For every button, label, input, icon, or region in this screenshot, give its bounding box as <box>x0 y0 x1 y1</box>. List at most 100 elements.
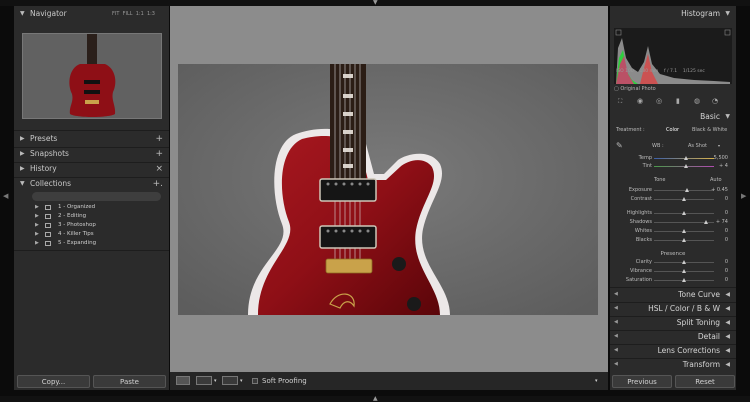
slider-label: Blacks <box>635 237 652 243</box>
right-panel-toggle-icon[interactable]: ▶ <box>741 192 746 200</box>
treatment-color[interactable]: Color <box>666 126 679 134</box>
slider-exposure[interactable]: Exposure + 0.45 <box>610 186 736 194</box>
slider-knob[interactable] <box>682 229 686 233</box>
detail-header[interactable]: ◀ Detail ◀ <box>610 330 736 343</box>
slider-blacks[interactable]: Blacks 0 <box>610 236 736 244</box>
snapshots-header[interactable]: ▶ Snapshots + <box>14 147 169 161</box>
slider-value[interactable]: + 4 <box>719 162 728 170</box>
slider-track[interactable] <box>654 190 714 191</box>
original-photo-toggle[interactable]: ▢ Original Photo <box>614 86 656 92</box>
before-after-icon[interactable] <box>196 376 212 385</box>
collection-item[interactable]: ▶ 5 - Expanding <box>14 239 169 248</box>
swap-before-after-icon[interactable] <box>222 376 238 385</box>
transform-header[interactable]: ◀ Transform ◀ <box>610 358 736 371</box>
lens-corrections-header[interactable]: ◀ Lens Corrections ◀ <box>610 344 736 357</box>
dropdown-arrow-icon[interactable]: ▾ <box>718 142 720 150</box>
slider-label: Tint <box>642 163 652 169</box>
expand-arrow-icon: ◀ <box>725 347 730 354</box>
hsl-title: HSL / Color / B & W <box>648 304 720 313</box>
collections-filter-input[interactable] <box>32 192 161 201</box>
collection-item[interactable]: ▶ 2 - Editing <box>14 212 169 221</box>
expand-arrow-icon: ▶ <box>20 135 25 142</box>
histogram-header[interactable]: Histogram ▼ <box>610 7 736 20</box>
dropdown-arrow-icon[interactable]: ▾ <box>214 372 217 390</box>
slider-contrast[interactable]: Contrast 0 <box>610 195 736 203</box>
collection-item[interactable]: ▶ 4 - Killer Tips <box>14 230 169 239</box>
slider-highlights[interactable]: Highlights 0 <box>610 209 736 217</box>
expand-arrow-icon: ▶ <box>35 240 39 246</box>
slider-shadows[interactable]: Shadows + 74 <box>610 218 736 226</box>
slider-value[interactable]: 0 <box>725 209 728 217</box>
split-toning-header[interactable]: ◀ Split Toning ◀ <box>610 316 736 329</box>
slider-tint[interactable]: Tint + 4 <box>610 162 736 170</box>
slider-temp[interactable]: Temp 5,500 <box>610 154 736 162</box>
main-photo[interactable] <box>178 64 598 315</box>
slider-value[interactable]: + 0.45 <box>711 186 728 194</box>
history-header[interactable]: ▶ History × <box>14 162 169 176</box>
add-preset-icon[interactable]: + <box>155 132 163 146</box>
toolbar-menu-icon[interactable]: ▾ <box>595 372 598 390</box>
reset-button[interactable]: Reset <box>675 375 735 388</box>
wb-select[interactable]: As Shot <box>688 142 707 150</box>
crop-icon[interactable]: ⛶ <box>618 98 622 106</box>
slider-value[interactable]: 0 <box>725 267 728 275</box>
original-photo-label: Original Photo <box>620 86 656 92</box>
paste-settings-button[interactable]: Paste <box>93 375 166 388</box>
slider-knob[interactable] <box>684 164 688 168</box>
basic-header[interactable]: Basic ▼ <box>610 110 736 123</box>
presets-header[interactable]: ▶ Presets + <box>14 132 169 146</box>
histogram-graph[interactable] <box>614 28 732 84</box>
slider-value[interactable]: + 74 <box>716 218 728 226</box>
spot-removal-icon[interactable]: ◉ <box>637 97 643 105</box>
zoom-fill[interactable]: FILL <box>123 11 133 17</box>
slider-knob[interactable] <box>685 188 689 192</box>
tone-auto-button[interactable]: Auto <box>710 176 722 184</box>
zoom-fit[interactable]: FIT <box>112 11 119 17</box>
slider-value[interactable]: 0 <box>725 227 728 235</box>
slider-clarity[interactable]: Clarity 0 <box>610 258 736 266</box>
radial-filter-icon[interactable]: ◍ <box>694 97 700 105</box>
graduated-filter-icon[interactable]: ▮ <box>676 97 680 105</box>
slider-knob[interactable] <box>684 156 688 160</box>
hsl-header[interactable]: ◀ HSL / Color / B & W ◀ <box>610 302 736 315</box>
left-panel-toggle-icon[interactable]: ◀ <box>3 192 8 200</box>
zoom-1-3[interactable]: 1:3 <box>147 11 155 17</box>
collections-header[interactable]: ▼ Collections +. <box>14 177 169 191</box>
red-eye-icon[interactable]: ◎ <box>656 97 662 105</box>
white-balance-picker-icon[interactable]: ✎ <box>616 142 623 150</box>
slider-knob[interactable] <box>682 269 686 273</box>
collection-item[interactable]: ▶ 3 - Photoshop <box>14 221 169 230</box>
slider-saturation[interactable]: Saturation 0 <box>610 276 736 284</box>
slider-knob[interactable] <box>704 220 708 224</box>
tone-curve-header[interactable]: ◀ Tone Curve ◀ <box>610 288 736 301</box>
soft-proofing-checkbox[interactable] <box>252 378 258 384</box>
slider-knob[interactable] <box>682 278 686 282</box>
dropdown-arrow-icon[interactable]: ▾ <box>240 372 243 390</box>
slider-value[interactable]: 0 <box>725 258 728 266</box>
slider-knob[interactable] <box>682 260 686 264</box>
navigator-header[interactable]: ▼ Navigator FIT FILL 1:1 1:3 <box>14 7 169 21</box>
collection-item[interactable]: ▶ 1 - Organized <box>14 203 169 212</box>
expand-arrow-icon: ◀ <box>725 305 730 312</box>
previous-button[interactable]: Previous <box>612 375 672 388</box>
copy-settings-button[interactable]: Copy... <box>17 375 90 388</box>
slider-whites[interactable]: Whites 0 <box>610 227 736 235</box>
clear-history-icon[interactable]: × <box>155 162 163 176</box>
adjustment-brush-icon[interactable]: ◔ <box>712 97 718 105</box>
navigator-zoom-options[interactable]: FIT FILL 1:1 1:3 <box>112 7 155 21</box>
add-snapshot-icon[interactable]: + <box>155 147 163 161</box>
slider-value[interactable]: 0 <box>725 195 728 203</box>
bottom-panel-toggle-icon[interactable]: ▲ <box>373 396 378 402</box>
zoom-1-1[interactable]: 1:1 <box>136 11 144 17</box>
treatment-black-white[interactable]: Black & White <box>692 126 727 134</box>
add-collection-icon[interactable]: +. <box>153 177 163 191</box>
slider-value[interactable]: 5,500 <box>714 154 728 162</box>
slider-knob[interactable] <box>682 238 686 242</box>
slider-knob[interactable] <box>682 211 686 215</box>
slider-vibrance[interactable]: Vibrance 0 <box>610 267 736 275</box>
slider-value[interactable]: 0 <box>725 276 728 284</box>
navigator-preview[interactable] <box>22 33 162 119</box>
slider-value[interactable]: 0 <box>725 236 728 244</box>
loupe-view-icon[interactable] <box>176 376 190 385</box>
slider-knob[interactable] <box>682 197 686 201</box>
